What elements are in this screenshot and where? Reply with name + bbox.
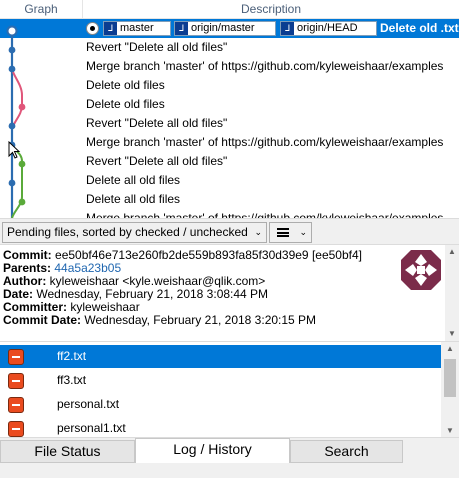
file-item[interactable]: ff3.txt (0, 369, 441, 392)
commit-message: Merge branch 'master' of https://github.… (86, 135, 444, 149)
author-label: Author: (3, 274, 47, 288)
file-filter-dropdown[interactable]: Pending files, sorted by checked / unche… (2, 222, 267, 243)
tab-file-status[interactable]: File Status (0, 440, 135, 463)
graph-node (8, 65, 16, 73)
commit-message: Delete old files (86, 97, 165, 111)
file-removed-icon (8, 397, 24, 413)
commit-message: Merge branch 'master' of https://github.… (86, 59, 444, 73)
file-filter-value: Pending files, sorted by checked / unche… (7, 225, 248, 239)
commit-info-panel: Commit: ee50bf46e713e260fb2de559b893fa85… (0, 245, 459, 341)
parents-label: Parents: (3, 261, 52, 275)
list-view-icon (277, 228, 289, 237)
graph-node-head (6, 25, 18, 37)
commit-graph[interactable] (0, 19, 83, 218)
commit-message: Delete all old files (86, 173, 181, 187)
graph-node (8, 122, 16, 130)
graph-node (18, 198, 26, 206)
identicon-icon (401, 250, 441, 290)
commit-message: Revert "Delete all old files" (86, 40, 228, 54)
files-scrollbar[interactable]: ▲ ▼ (441, 342, 459, 437)
commit-date-line: Commit Date: Wednesday, February 21, 201… (3, 314, 316, 327)
date-label: Date: (3, 287, 34, 301)
file-toolbar: Pending files, sorted by checked / unche… (0, 218, 459, 245)
revision-grid[interactable]: Graph Description ᒧ master ᒧ origin/master… (0, 0, 459, 218)
scroll-up-icon[interactable]: ▲ (445, 247, 459, 256)
chevron-down-icon: ⌄ (299, 227, 307, 237)
file-name: ff2.txt (57, 349, 87, 363)
graph-node (18, 103, 26, 111)
scrollbar-thumb[interactable] (444, 359, 456, 397)
scroll-down-icon[interactable]: ▼ (443, 426, 457, 435)
commit-message: Delete old files (86, 78, 165, 92)
commit-hash: ee50bf46e713e260fb2de559b893fa85f30d39e9… (55, 248, 362, 262)
scroll-up-icon[interactable]: ▲ (443, 344, 457, 353)
file-item[interactable]: personal1.txt (0, 417, 441, 437)
file-item[interactable]: personal.txt (0, 393, 441, 416)
commit-message: Merge branch 'master' of https://github.… (86, 211, 444, 218)
graph-node (18, 160, 26, 168)
graph-node (8, 179, 16, 187)
commit-message: Delete all old files (86, 192, 181, 206)
avatar (401, 250, 441, 290)
branch-ref-origin-master[interactable]: ᒧ origin/master (174, 21, 276, 36)
branch-icon: ᒧ (104, 22, 117, 35)
file-name: personal1.txt (57, 421, 126, 435)
commit-message: Delete old .txt (380, 21, 459, 35)
graph-column-header[interactable]: Graph (0, 0, 83, 19)
committer-label: Committer: (3, 300, 68, 314)
file-item[interactable]: ff2.txt (0, 345, 441, 368)
file-name: ff3.txt (57, 373, 87, 387)
file-removed-icon (8, 373, 24, 389)
current-head-icon (86, 22, 99, 35)
changed-files-list[interactable]: ff2.txt ff3.txt personal.txt personal1.t… (0, 341, 459, 437)
commit-message: Revert "Delete all old files" (86, 116, 228, 130)
tab-log-history[interactable]: Log / History (135, 438, 290, 463)
committer-value: kyleweishaar (70, 300, 140, 314)
mouse-cursor-icon (8, 141, 21, 159)
branch-icon: ᒧ (281, 22, 294, 35)
chevron-down-icon: ⌄ (254, 227, 262, 237)
commit-date-label: Commit Date: (3, 313, 82, 327)
bottom-tabs: File Status Log / History Search (0, 437, 459, 478)
commit-label: Commit: (3, 248, 52, 262)
view-options-dropdown[interactable]: ⌄ (269, 222, 312, 243)
tab-search[interactable]: Search (290, 440, 403, 463)
graph-node (8, 46, 16, 54)
info-scrollbar[interactable]: ▲ ▼ (445, 245, 459, 341)
date-value: Wednesday, February 21, 2018 3:08:44 PM (36, 287, 269, 301)
branch-ref-master[interactable]: ᒧ master (103, 21, 171, 36)
parent-hash-link[interactable]: 44a5a23b05 (54, 261, 121, 275)
commit-date-value: Wednesday, February 21, 2018 3:20:15 PM (84, 313, 317, 327)
file-name: personal.txt (57, 397, 120, 411)
commit-message: Revert "Delete all old files" (86, 154, 228, 168)
branch-icon: ᒧ (175, 22, 188, 35)
author-value: kyleweishaar <kyle.weishaar@qlik.com> (49, 274, 266, 288)
branch-ref-origin-head[interactable]: ᒧ origin/HEAD (280, 21, 377, 36)
description-column-header[interactable]: Description (83, 0, 459, 19)
file-removed-icon (8, 421, 24, 437)
scroll-down-icon[interactable]: ▼ (445, 329, 459, 338)
file-removed-icon (8, 349, 24, 365)
graph-line-pink (11, 68, 23, 130)
